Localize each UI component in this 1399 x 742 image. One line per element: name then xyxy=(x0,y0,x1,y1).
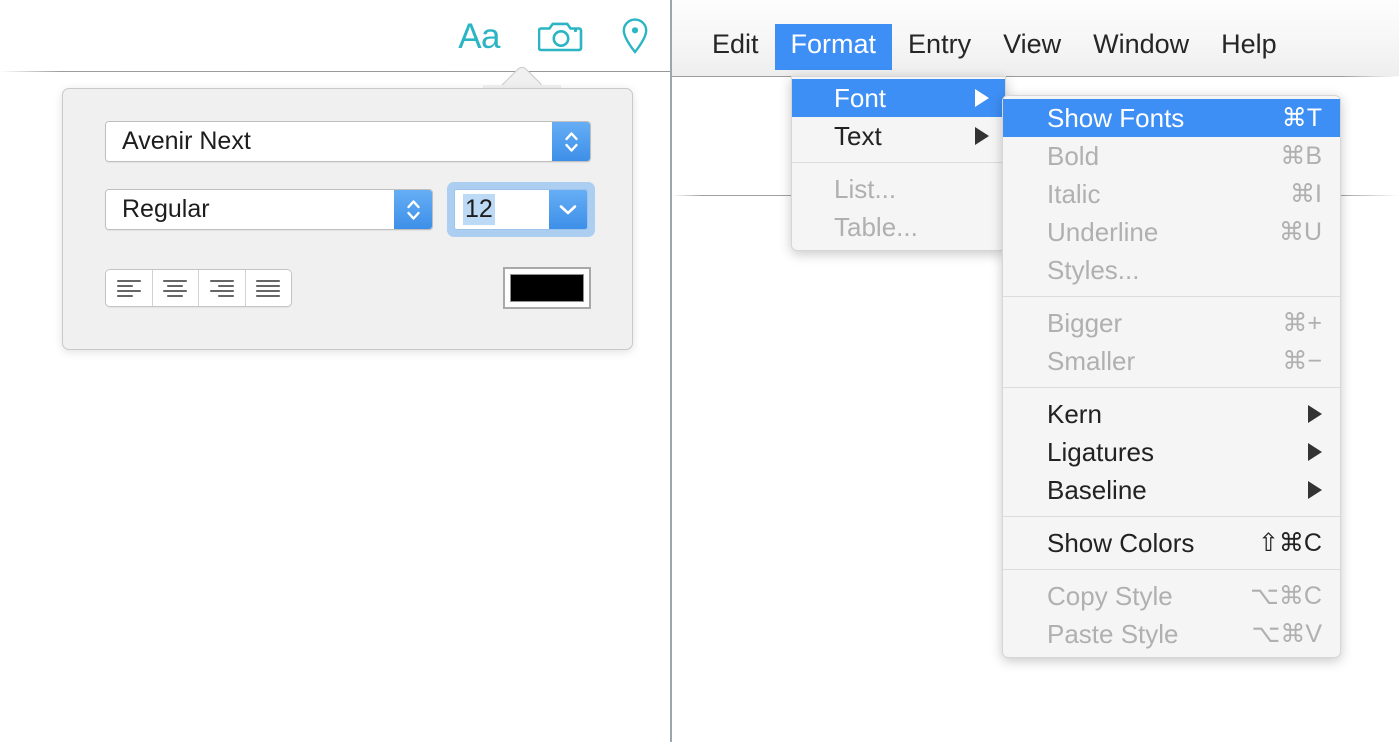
menu-item-label: Kern xyxy=(1047,399,1102,429)
camera-icon[interactable] xyxy=(537,19,584,53)
menubar-item-window[interactable]: Window xyxy=(1077,24,1205,70)
menu-item-shortcut: ⌥⌘C xyxy=(1250,581,1322,610)
menubar-item-entry[interactable]: Entry xyxy=(892,24,987,70)
menubar-item-label: Entry xyxy=(908,29,972,59)
menu-item-label: Copy Style xyxy=(1047,581,1173,611)
font-size-input[interactable]: 12 xyxy=(455,190,549,229)
menubar-item-help[interactable]: Help xyxy=(1205,24,1293,70)
font-style-combo[interactable]: Regular xyxy=(105,189,433,230)
toolbar: Aa xyxy=(458,18,648,54)
font-submenu-item-show-colors[interactable]: Show Colors ⇧⌘C xyxy=(1003,524,1340,562)
align-left-button[interactable] xyxy=(106,270,153,306)
font-style-value: Regular xyxy=(106,190,394,229)
font-submenu-item-underline: Underline ⌘U xyxy=(1003,213,1340,251)
menu-separator xyxy=(1003,569,1340,570)
align-right-button[interactable] xyxy=(199,270,246,306)
format-menu: Font Text List... Table... xyxy=(791,76,1006,251)
submenu-arrow-icon xyxy=(1308,481,1322,499)
menu-bar-items: Edit Format Entry View Window Help xyxy=(696,24,1293,70)
text-format-icon-label: Aa xyxy=(458,16,500,56)
font-submenu-item-bigger: Bigger ⌘+ xyxy=(1003,304,1340,342)
submenu-arrow-icon xyxy=(975,127,989,145)
menu-item-shortcut: ⌘I xyxy=(1290,179,1322,208)
submenu-arrow-icon xyxy=(1308,443,1322,461)
align-center-button[interactable] xyxy=(152,270,199,306)
menu-item-label: Table... xyxy=(834,212,918,242)
menu-item-label: Paste Style xyxy=(1047,619,1179,649)
format-menu-item-table: Table... xyxy=(792,208,1005,246)
menu-item-label: Show Fonts xyxy=(1047,103,1185,133)
menu-item-label: Ligatures xyxy=(1047,437,1154,467)
menubar-item-label: View xyxy=(1003,29,1062,59)
menu-item-shortcut: ⌘U xyxy=(1278,217,1322,246)
menu-separator xyxy=(792,162,1005,163)
menu-item-shortcut: ⌥⌘V xyxy=(1251,619,1322,648)
format-menu-item-list: List... xyxy=(792,170,1005,208)
menu-item-label: Underline xyxy=(1047,217,1159,247)
menubar-item-edit[interactable]: Edit xyxy=(696,24,775,70)
text-format-icon[interactable]: Aa xyxy=(458,19,500,54)
text-color-swatch xyxy=(510,274,584,302)
popover-pointer xyxy=(483,55,561,89)
font-submenu-item-baseline[interactable]: Baseline xyxy=(1003,471,1340,509)
menu-item-label: Italic xyxy=(1047,179,1101,209)
font-submenu: Show Fonts ⌘T Bold ⌘B Italic ⌘I Underline ⌘U Sty… xyxy=(1002,95,1341,658)
menu-item-shortcut: ⇧⌘C xyxy=(1257,528,1322,557)
menu-separator xyxy=(1003,516,1340,517)
font-size-dropdown-button[interactable] xyxy=(549,190,587,229)
align-justify-button[interactable] xyxy=(245,270,291,306)
menu-item-shortcut: ⌘− xyxy=(1282,346,1322,375)
menu-item-label: Text xyxy=(834,121,882,151)
menu-item-shortcut: ⌘+ xyxy=(1282,308,1322,337)
menubar-item-label: Edit xyxy=(712,29,759,59)
menubar-item-view[interactable]: View xyxy=(987,24,1077,70)
menubar-item-label: Format xyxy=(790,29,877,59)
menu-item-label: Baseline xyxy=(1047,475,1147,505)
font-size-focus-ring: 12 xyxy=(447,182,595,237)
menu-item-label: Font xyxy=(834,83,887,113)
font-submenu-item-smaller: Smaller ⌘− xyxy=(1003,342,1340,380)
font-size-combo[interactable]: 12 xyxy=(454,189,588,230)
font-style-stepper[interactable] xyxy=(394,190,432,229)
location-pin-icon[interactable] xyxy=(622,18,648,54)
menu-item-label: Bigger xyxy=(1047,308,1123,338)
font-submenu-item-kern[interactable]: Kern xyxy=(1003,395,1340,433)
font-submenu-item-ligatures[interactable]: Ligatures xyxy=(1003,433,1340,471)
font-submenu-item-bold: Bold ⌘B xyxy=(1003,137,1340,175)
font-family-combo[interactable]: Avenir Next xyxy=(105,121,591,162)
font-family-value: Avenir Next xyxy=(106,122,552,161)
text-color-well[interactable] xyxy=(503,267,591,309)
submenu-arrow-icon xyxy=(1308,405,1322,423)
toolbar-divider xyxy=(0,71,670,72)
font-submenu-item-styles: Styles... xyxy=(1003,251,1340,289)
submenu-arrow-icon xyxy=(975,89,989,107)
font-family-stepper[interactable] xyxy=(552,122,590,161)
menubar-item-label: Help xyxy=(1221,29,1277,59)
menu-separator xyxy=(1003,387,1340,388)
font-submenu-item-show-fonts[interactable]: Show Fonts ⌘T xyxy=(1003,99,1340,137)
menubar-item-format[interactable]: Format xyxy=(774,24,893,70)
font-submenu-item-italic: Italic ⌘I xyxy=(1003,175,1340,213)
menu-separator xyxy=(1003,296,1340,297)
font-panel-area: Aa Avenir Next Regular 12 xyxy=(0,0,670,742)
menu-demo-area: Edit Format Entry View Window Help Font Text Li… xyxy=(672,0,1399,742)
text-alignment-group xyxy=(105,269,292,307)
menu-item-label: List... xyxy=(834,174,897,204)
font-popover: Avenir Next Regular 12 xyxy=(62,88,633,350)
font-submenu-item-paste-style: Paste Style ⌥⌘V xyxy=(1003,615,1340,653)
menu-item-shortcut: ⌘T xyxy=(1281,103,1322,132)
menu-item-label: Show Colors xyxy=(1047,528,1195,558)
menu-item-label: Bold xyxy=(1047,141,1100,171)
format-menu-item-font[interactable]: Font xyxy=(792,79,1005,117)
format-menu-item-text[interactable]: Text xyxy=(792,117,1005,155)
font-size-value-text: 12 xyxy=(463,194,495,225)
menu-item-label: Styles... xyxy=(1047,255,1140,285)
menu-item-shortcut: ⌘B xyxy=(1280,141,1322,170)
font-submenu-item-copy-style: Copy Style ⌥⌘C xyxy=(1003,577,1340,615)
menubar-item-label: Window xyxy=(1093,29,1190,59)
menu-bar-divider xyxy=(672,76,1399,77)
menu-item-label: Smaller xyxy=(1047,346,1136,376)
